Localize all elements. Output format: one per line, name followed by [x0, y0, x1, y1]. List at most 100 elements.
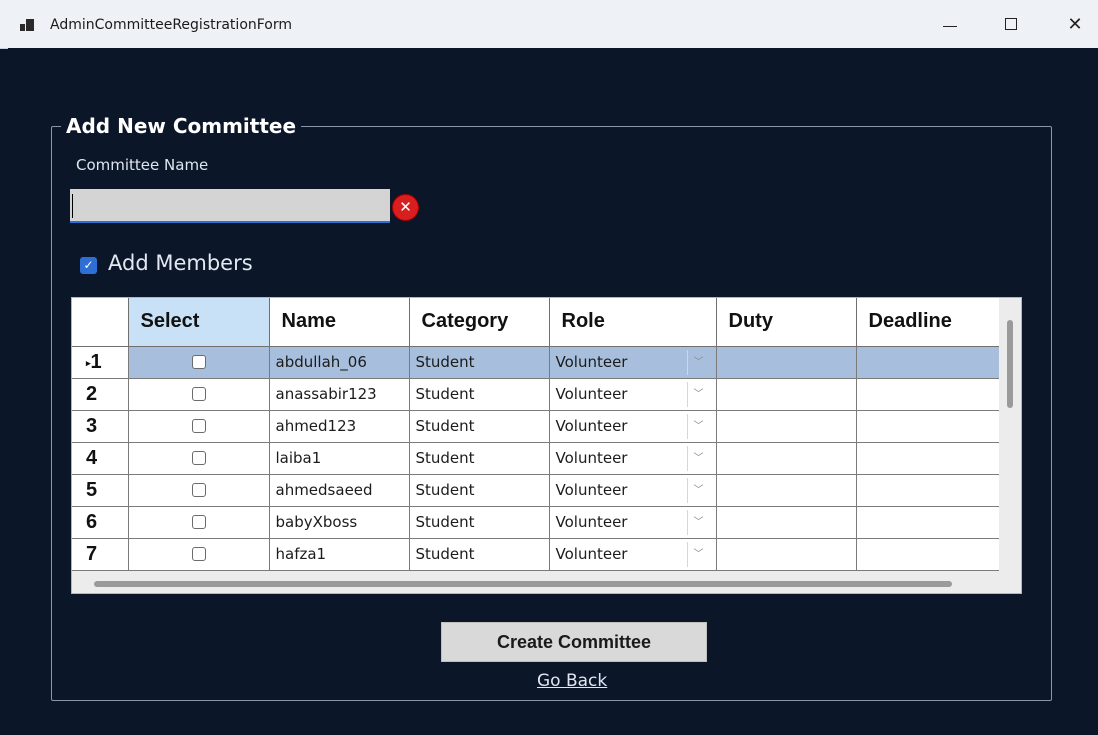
table-row[interactable]: 4 laiba1 Student Volunteer ﹀	[72, 442, 1002, 475]
vertical-scroll-thumb[interactable]	[1007, 320, 1013, 408]
category-cell[interactable]: Student	[409, 410, 550, 443]
select-cell[interactable]	[128, 346, 270, 379]
table-row[interactable]: 6 babyXboss Student Volunteer ﹀	[72, 506, 1002, 539]
table-row[interactable]: 2 anassabir123 Student Volunteer ﹀	[72, 378, 1002, 411]
role-cell[interactable]: Volunteer ﹀	[549, 346, 717, 379]
category-cell[interactable]: Student	[409, 346, 550, 379]
role-cell[interactable]: Volunteer ﹀	[549, 538, 717, 571]
name-cell[interactable]: laiba1	[269, 442, 410, 475]
deadline-cell[interactable]	[856, 506, 1002, 539]
select-cell[interactable]	[128, 506, 270, 539]
role-cell[interactable]: Volunteer ﹀	[549, 378, 717, 411]
duty-cell[interactable]	[716, 410, 857, 443]
name-cell[interactable]: anassabir123	[269, 378, 410, 411]
select-cell[interactable]	[128, 474, 270, 507]
select-cell[interactable]	[128, 410, 270, 443]
role-cell[interactable]: Volunteer ﹀	[549, 442, 717, 475]
row-select-checkbox[interactable]	[191, 419, 206, 433]
select-cell[interactable]	[128, 442, 270, 475]
category-cell[interactable]: Student	[409, 442, 550, 475]
row-header[interactable]: 6	[72, 506, 129, 539]
deadline-cell[interactable]	[856, 410, 1002, 443]
row-select-checkbox[interactable]	[191, 451, 206, 465]
role-combobox[interactable]: Volunteer ﹀	[556, 411, 710, 442]
chevron-down-icon[interactable]: ﹀	[686, 509, 710, 535]
category-cell[interactable]: Student	[409, 538, 550, 571]
column-header-deadline[interactable]: Deadline	[856, 298, 1002, 347]
row-header[interactable]: 3	[72, 410, 129, 443]
table-row[interactable]: ▸1 abdullah_06 Student Volunteer ﹀	[72, 346, 1002, 379]
duty-cell[interactable]	[716, 378, 857, 411]
vertical-scrollbar[interactable]	[999, 298, 1021, 574]
duty-cell[interactable]	[716, 538, 857, 571]
row-header[interactable]: 5	[72, 474, 129, 507]
horizontal-scroll-thumb[interactable]	[94, 581, 952, 587]
chevron-down-icon[interactable]: ﹀	[686, 413, 710, 439]
name-cell[interactable]: abdullah_06	[269, 346, 410, 379]
row-select-checkbox[interactable]	[191, 387, 206, 401]
horizontal-scrollbar[interactable]	[72, 574, 1021, 593]
row-header[interactable]: 4	[72, 442, 129, 475]
deadline-cell[interactable]	[856, 538, 1002, 571]
name-cell[interactable]: ahmed123	[269, 410, 410, 443]
role-combobox[interactable]: Volunteer ﹀	[556, 475, 710, 506]
chevron-down-icon[interactable]: ﹀	[686, 381, 710, 407]
row-select-checkbox[interactable]	[191, 515, 206, 529]
duty-cell[interactable]	[716, 346, 857, 379]
row-header[interactable]: 2	[72, 378, 129, 411]
add-members-checkbox[interactable]: ✓	[80, 257, 97, 274]
role-combobox[interactable]: Volunteer ﹀	[556, 539, 710, 570]
name-cell[interactable]: ahmedsaeed	[269, 474, 410, 507]
row-select-checkbox[interactable]	[191, 483, 206, 497]
role-value: Volunteer	[555, 512, 628, 531]
category-cell[interactable]: Student	[409, 378, 550, 411]
role-cell[interactable]: Volunteer ﹀	[549, 410, 717, 443]
select-cell[interactable]	[128, 538, 270, 571]
role-cell[interactable]: Volunteer ﹀	[549, 506, 717, 539]
chevron-down-icon[interactable]: ﹀	[686, 349, 710, 375]
column-header-name[interactable]: Name	[269, 298, 410, 347]
column-header-role[interactable]: Role	[549, 298, 717, 347]
row-select-checkbox[interactable]	[191, 547, 206, 561]
name-cell[interactable]: babyXboss	[269, 506, 410, 539]
column-header-duty[interactable]: Duty	[716, 298, 857, 347]
chevron-down-icon[interactable]: ﹀	[686, 477, 710, 503]
deadline-cell[interactable]	[856, 378, 1002, 411]
duty-cell[interactable]	[716, 442, 857, 475]
committee-name-input[interactable]	[70, 189, 390, 223]
select-cell[interactable]	[128, 378, 270, 411]
column-header-category[interactable]: Category	[409, 298, 550, 347]
row-index: 5	[86, 478, 98, 501]
table-row[interactable]: 3 ahmed123 Student Volunteer ﹀	[72, 410, 1002, 443]
row-select-checkbox[interactable]	[191, 355, 206, 369]
maximize-button[interactable]	[997, 12, 1027, 38]
row-index: 6	[86, 510, 98, 533]
close-button[interactable]: ✕	[1060, 12, 1090, 38]
row-header[interactable]: 7	[72, 538, 129, 571]
table-row[interactable]: 5 ahmedsaeed Student Volunteer ﹀	[72, 474, 1002, 507]
deadline-cell[interactable]	[856, 346, 1002, 379]
name-cell[interactable]: hafza1	[269, 538, 410, 571]
role-combobox[interactable]: Volunteer ﹀	[556, 347, 710, 378]
go-back-link[interactable]: Go Back	[537, 671, 607, 691]
role-combobox[interactable]: Volunteer ﹀	[556, 443, 710, 474]
duty-cell[interactable]	[716, 474, 857, 507]
category-cell[interactable]: Student	[409, 474, 550, 507]
error-icon: ✕	[392, 194, 419, 221]
row-header[interactable]: ▸1	[72, 346, 129, 379]
duty-cell[interactable]	[716, 506, 857, 539]
chevron-down-icon[interactable]: ﹀	[686, 541, 710, 567]
role-combobox[interactable]: Volunteer ﹀	[556, 507, 710, 538]
column-header-select[interactable]: Select	[128, 298, 270, 347]
create-committee-button[interactable]: Create Committee	[441, 622, 707, 662]
category-cell[interactable]: Student	[409, 506, 550, 539]
add-members-label[interactable]: Add Members	[108, 251, 253, 275]
minimize-button[interactable]	[935, 12, 965, 38]
table-row[interactable]: 7 hafza1 Student Volunteer ﹀	[72, 538, 1002, 571]
role-combobox[interactable]: Volunteer ﹀	[556, 379, 710, 410]
role-cell[interactable]: Volunteer ﹀	[549, 474, 717, 507]
chevron-down-icon[interactable]: ﹀	[686, 445, 710, 471]
deadline-cell[interactable]	[856, 474, 1002, 507]
members-grid[interactable]: Select Name Category Role Duty Deadline …	[71, 297, 1022, 594]
deadline-cell[interactable]	[856, 442, 1002, 475]
